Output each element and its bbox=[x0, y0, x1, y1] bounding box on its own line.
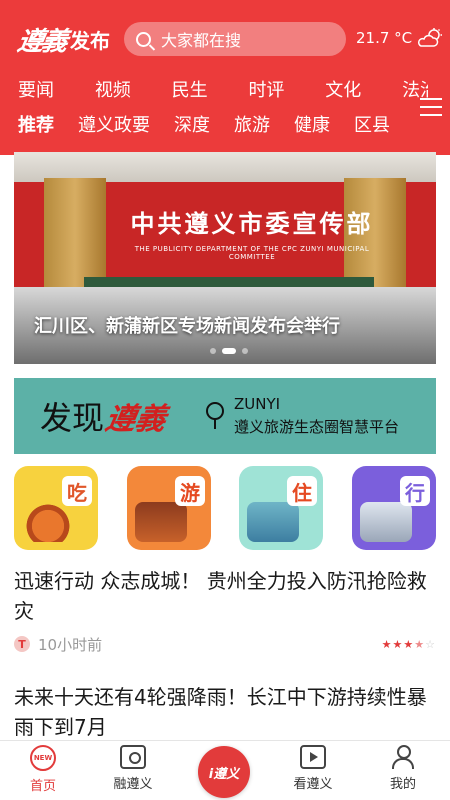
news-item[interactable]: 迅速行动 众志成城！ 贵州全力投入防汛抢险救灾 bbox=[14, 566, 436, 626]
city-icon bbox=[247, 502, 299, 542]
discover-lead: 发现 bbox=[40, 399, 105, 437]
tab-rong-zunyi[interactable]: 融遵义 bbox=[98, 745, 168, 792]
tab-kan-label: 看遵义 bbox=[293, 777, 333, 792]
carousel-indicator bbox=[210, 348, 248, 354]
weather-widget[interactable]: 21.7 °C bbox=[356, 28, 443, 48]
search-placeholder: 大家都在搜 bbox=[161, 31, 242, 50]
tab-shiping[interactable]: 时评 bbox=[248, 76, 325, 106]
home-new-icon: NEW bbox=[30, 745, 56, 771]
news-title: 未来十天还有4轮强降雨！长江中下游持续性暴雨下到7月 bbox=[14, 685, 427, 739]
news-time: 10小时前 bbox=[38, 635, 103, 654]
carousel-caption: 汇川区、新蒲新区专场新闻发布会举行 bbox=[34, 316, 340, 337]
tab-zunyi-zhengyao[interactable]: 遵义政要 bbox=[78, 111, 150, 141]
headline-carousel[interactable]: 中共遵义市委宣传部 THE PUBLICITY DEPARTMENT OF TH… bbox=[14, 152, 436, 364]
news-item[interactable]: 未来十天还有4轮强降雨！长江中下游持续性暴雨下到7月 bbox=[14, 682, 436, 742]
quick-service-tiles: 吃 游 住 行 bbox=[14, 466, 436, 550]
channel-tabs-row-2: 推荐 遵义政要 深度 旅游 健康 区县 bbox=[18, 111, 428, 141]
train-icon bbox=[360, 502, 412, 542]
tile-tour-label: 游 bbox=[175, 476, 205, 506]
cloudy-sun-icon bbox=[418, 28, 443, 47]
tab-mine[interactable]: 我的 bbox=[368, 745, 438, 792]
tile-tour[interactable]: 游 bbox=[127, 466, 211, 550]
tab-mine-label: 我的 bbox=[389, 777, 416, 792]
food-icon bbox=[22, 502, 74, 542]
tab-shipin[interactable]: 视频 bbox=[95, 76, 172, 106]
tab-home-label: 首页 bbox=[29, 779, 56, 794]
app-header: 遵義 发布 大家都在搜 21.7 °C 要闻 视频 民生 时评 文化 法治 推荐… bbox=[0, 0, 450, 155]
tile-travel-label: 行 bbox=[400, 476, 430, 506]
app-logo[interactable]: 遵義 发布 bbox=[14, 22, 111, 57]
i-zunyi-center-button[interactable]: i遵义 bbox=[198, 746, 250, 798]
logo-text: 发布 bbox=[70, 28, 111, 53]
video-play-icon bbox=[300, 745, 326, 769]
tab-jiankang[interactable]: 健康 bbox=[294, 111, 330, 141]
logo-script: 遵義 bbox=[14, 26, 69, 57]
tab-kan-zunyi[interactable]: 看遵义 bbox=[278, 745, 348, 792]
discover-brand: 遵義 bbox=[102, 402, 169, 437]
landmark-icon bbox=[135, 502, 187, 542]
discover-en: ZUNYI bbox=[234, 395, 281, 413]
news-meta: T 10小时前 ★★★★☆ bbox=[14, 632, 436, 656]
tab-home[interactable]: NEW 首页 bbox=[8, 745, 78, 794]
banner-backdrop-sign: 中共遵义市委宣传部 THE PUBLICITY DEPARTMENT OF TH… bbox=[114, 204, 390, 261]
tile-stay-label: 住 bbox=[287, 476, 317, 506]
tab-rong-label: 融遵义 bbox=[113, 777, 153, 792]
tab-wenhua[interactable]: 文化 bbox=[325, 76, 402, 106]
top-pin-icon: T bbox=[14, 636, 30, 652]
tile-eat[interactable]: 吃 bbox=[14, 466, 98, 550]
tab-quxian[interactable]: 区县 bbox=[354, 111, 390, 141]
user-icon bbox=[390, 745, 416, 769]
discover-cn: 遵义旅游生态圈智慧平台 bbox=[234, 418, 400, 436]
camera-icon bbox=[120, 745, 146, 769]
discover-zunyi-banner[interactable]: 发现 遵義 ZUNYI 遵义旅游生态圈智慧平台 bbox=[14, 378, 436, 454]
hamburger-menu-icon[interactable] bbox=[420, 98, 442, 116]
tab-yaowen[interactable]: 要闻 bbox=[18, 76, 95, 106]
search-bar[interactable]: 大家都在搜 bbox=[124, 22, 346, 56]
location-pin-icon bbox=[204, 400, 225, 432]
tile-travel[interactable]: 行 bbox=[352, 466, 436, 550]
tab-tuijian[interactable]: 推荐 bbox=[18, 111, 54, 141]
tile-eat-label: 吃 bbox=[62, 476, 92, 506]
backdrop-sign-cn: 中共遵义市委宣传部 bbox=[130, 210, 374, 238]
search-icon bbox=[136, 31, 151, 47]
tab-minsheng[interactable]: 民生 bbox=[172, 76, 249, 106]
tab-shendu[interactable]: 深度 bbox=[174, 111, 210, 141]
top-bar: 遵義 发布 大家都在搜 21.7 °C bbox=[0, 0, 450, 74]
tab-lvyou[interactable]: 旅游 bbox=[234, 111, 270, 141]
tile-stay[interactable]: 住 bbox=[239, 466, 323, 550]
backdrop-sign-en: THE PUBLICITY DEPARTMENT OF THE CPC ZUNY… bbox=[134, 245, 370, 261]
weather-temperature: 21.7 °C bbox=[356, 29, 413, 47]
channel-tabs-row-1: 要闻 视频 民生 时评 文化 法治 bbox=[18, 76, 428, 106]
rating-stars: ★★★★☆ bbox=[381, 637, 436, 651]
news-title: 迅速行动 众志成城！ 贵州全力投入防汛抢险救灾 bbox=[14, 569, 427, 623]
